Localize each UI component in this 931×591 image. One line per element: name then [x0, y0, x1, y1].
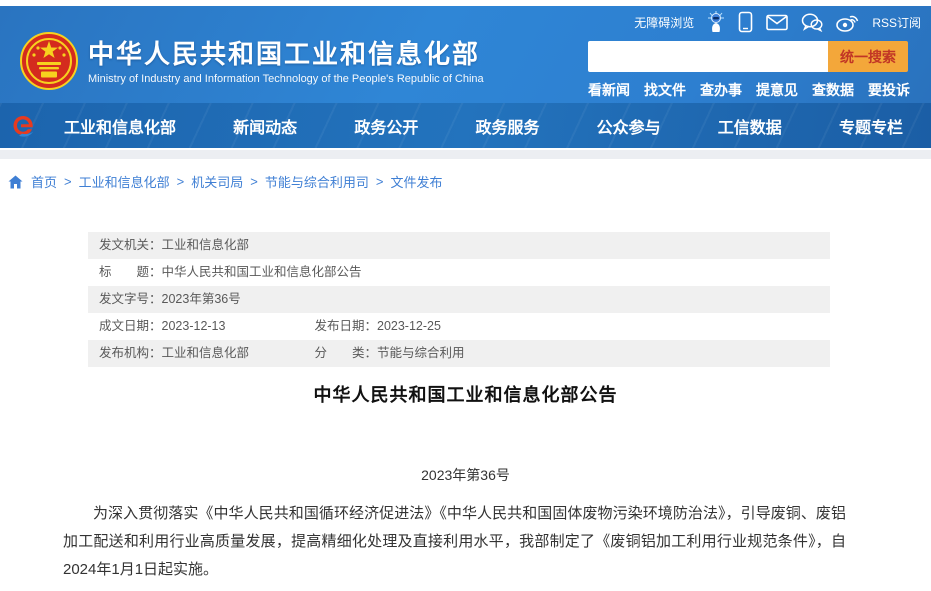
nav-item-data[interactable]: 工信数据 — [718, 114, 782, 138]
home-icon[interactable] — [8, 175, 24, 189]
weibo-icon[interactable] — [836, 13, 859, 32]
meta-row-title: 标 题：中华人民共和国工业和信息化部公告 — [88, 259, 830, 286]
meta-label: 发布日期： — [314, 319, 377, 333]
nav-item-news[interactable]: 新闻动态 — [233, 114, 297, 138]
breadcrumb-departments[interactable]: 机关司局 — [191, 172, 243, 191]
breadcrumb: 首页 > 工业和信息化部 > 机关司局 > 节能与综合利用司 > 文件发布 — [8, 172, 442, 191]
meta-value: 2023-12-13 — [162, 319, 226, 333]
header-divider — [0, 150, 931, 159]
site-header: 无障碍浏览 — [0, 6, 931, 103]
nav-item-miit[interactable]: 工业和信息化部 — [64, 114, 176, 138]
site-logo-text[interactable]: 中华人民共和国工业和信息化部 Ministry of Industry and … — [88, 39, 484, 85]
meta-value: 工业和信息化部 — [162, 238, 250, 252]
nav-items: 工业和信息化部 新闻动态 政务公开 政务服务 公众参与 工信数据 专题专栏 — [64, 114, 903, 138]
meta-label: 发布机构： — [99, 346, 162, 360]
accessibility-link[interactable]: 无障碍浏览 — [634, 14, 694, 31]
nav-item-topics[interactable]: 专题专栏 — [839, 114, 903, 138]
site-subtitle: Ministry of Industry and Information Tec… — [88, 73, 484, 85]
breadcrumb-separator: > — [64, 174, 72, 189]
meta-row-publisher-category: 发布机构：工业和信息化部 分 类：节能与综合利用 — [88, 340, 830, 367]
accessibility-mascot-icon[interactable] — [707, 11, 725, 33]
meta-row-issuing-authority: 发文机关：工业和信息化部 — [88, 232, 830, 259]
meta-label: 发文机关： — [99, 238, 162, 252]
nav-item-participation[interactable]: 公众参与 — [597, 114, 661, 138]
quick-link-news[interactable]: 看新闻 — [588, 80, 630, 100]
meta-row-dates: 成文日期：2023-12-13 发布日期：2023-12-25 — [88, 313, 830, 340]
document-body-paragraph: 为深入贯彻落实《中华人民共和国循环经济促进法》《中华人民共和国固体废物污染环境防… — [63, 500, 846, 584]
quick-link-data[interactable]: 查数据 — [812, 80, 854, 100]
nav-item-gov-service[interactable]: 政务服务 — [475, 114, 539, 138]
breadcrumb-miit[interactable]: 工业和信息化部 — [79, 172, 170, 191]
national-emblem-logo[interactable] — [20, 32, 78, 90]
breadcrumb-energy-dept[interactable]: 节能与综合利用司 — [265, 172, 369, 191]
breadcrumb-separator: > — [177, 174, 185, 189]
meta-value: 工业和信息化部 — [162, 346, 250, 360]
breadcrumb-separator: > — [376, 174, 384, 189]
meta-label: 标 题： — [99, 265, 162, 279]
meta-label: 发文字号： — [99, 292, 162, 306]
breadcrumb-doc-release[interactable]: 文件发布 — [390, 172, 442, 191]
meta-label: 分 类： — [314, 346, 377, 360]
breadcrumb-home[interactable]: 首页 — [31, 172, 57, 191]
meta-label: 成文日期： — [99, 319, 162, 333]
document-meta-table: 发文机关：工业和信息化部 标 题：中华人民共和国工业和信息化部公告 发文字号：2… — [88, 232, 830, 367]
quick-links: 看新闻 找文件 查办事 提意见 查数据 要投诉 — [588, 80, 910, 100]
wechat-icon[interactable] — [801, 13, 823, 32]
breadcrumb-separator: > — [250, 174, 258, 189]
mail-icon[interactable] — [766, 14, 788, 31]
search-bar: 统一搜索 — [588, 41, 908, 72]
meta-value: 2023-12-25 — [377, 319, 441, 333]
red-swirl-logo-icon — [10, 113, 36, 139]
mobile-icon[interactable] — [738, 11, 753, 33]
rss-link[interactable]: RSS订阅 — [872, 14, 921, 31]
search-input[interactable] — [588, 41, 828, 72]
main-nav: 工业和信息化部 新闻动态 政务公开 政务服务 公众参与 工信数据 专题专栏 — [0, 103, 931, 148]
quick-link-files[interactable]: 找文件 — [644, 80, 686, 100]
quick-link-suggest[interactable]: 提意见 — [756, 80, 798, 100]
quick-link-complaint[interactable]: 要投诉 — [868, 80, 910, 100]
meta-value: 2023年第36号 — [162, 292, 241, 306]
unified-search-button[interactable]: 统一搜索 — [828, 41, 908, 72]
topbar: 无障碍浏览 — [634, 9, 921, 35]
document-title: 中华人民共和国工业和信息化部公告 — [0, 381, 931, 407]
quick-link-services[interactable]: 查办事 — [700, 80, 742, 100]
meta-value: 中华人民共和国工业和信息化部公告 — [162, 265, 362, 279]
meta-row-doc-number: 发文字号：2023年第36号 — [88, 286, 830, 313]
site-title: 中华人民共和国工业和信息化部 — [88, 39, 484, 69]
meta-value: 节能与综合利用 — [377, 346, 465, 360]
document-number: 2023年第36号 — [0, 465, 931, 485]
nav-item-gov-open[interactable]: 政务公开 — [354, 114, 418, 138]
